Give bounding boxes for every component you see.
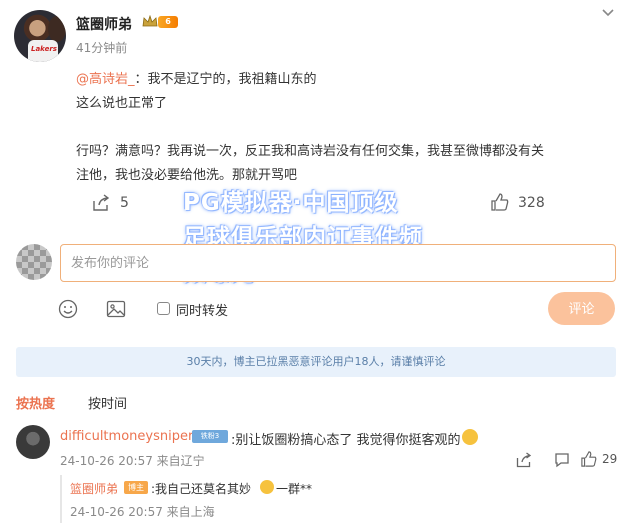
comment-meta: 24-10-26 20:57 来自辽宁 <box>60 454 205 468</box>
avatar-jersey-text: Lakers <box>31 45 57 53</box>
comment-like-count: 29 <box>602 452 618 466</box>
tab-sort-time[interactable]: 按时间 <box>88 393 127 412</box>
chevron-down-icon[interactable] <box>600 6 616 20</box>
vip-badge: 6 <box>158 16 178 28</box>
blogger-badge: 博主 <box>124 481 148 494</box>
like-icon[interactable] <box>491 193 509 211</box>
comment-text: :别让饭圈粉搞心态了 我觉得你挺客观的 <box>231 433 461 448</box>
share-icon[interactable] <box>516 452 532 468</box>
repost-checkbox[interactable] <box>157 302 170 315</box>
commenter-name[interactable]: difficultmoneysniper <box>60 429 193 444</box>
share-count: 5 <box>120 195 129 211</box>
post-line-1: @高诗岩_：我不是辽宁的，我祖籍山东的 <box>76 68 317 87</box>
commenter-avatar[interactable] <box>16 425 50 459</box>
my-avatar <box>16 244 52 280</box>
reply-meta: 24-10-26 20:57 来自上海 <box>70 505 215 519</box>
post-line-2: 这么说也正常了 <box>76 96 168 111</box>
mention-link[interactable]: @高诗岩_ <box>76 72 135 87</box>
watermark-line-1: PG模拟器·中国顶级 <box>183 190 399 216</box>
fan-badge: 铁粉3 <box>192 430 228 443</box>
smile-emoji-icon <box>260 480 274 494</box>
crown-icon <box>142 15 158 27</box>
post-line-4: 注他，我也没必要给他洗。那就开骂吧 <box>76 168 298 183</box>
reply-icon[interactable] <box>554 452 570 468</box>
like-icon[interactable] <box>581 451 597 467</box>
tab-sort-hot[interactable]: 按热度 <box>16 393 55 412</box>
emoji-icon[interactable] <box>58 299 78 319</box>
avatar-figure <box>48 16 66 42</box>
repost-label[interactable]: 同时转发 <box>176 300 228 319</box>
reply-text: :我自己还莫名其妙 <box>151 482 252 496</box>
share-icon[interactable] <box>92 194 110 212</box>
post-line-1-text: ：我不是辽宁的，我祖籍山东的 <box>134 72 317 87</box>
blocked-users-notice: 30天内，博主已拉黑恶意评论用户18人，请谨慎评论 <box>16 347 616 377</box>
like-count: 328 <box>518 195 545 211</box>
author-avatar[interactable]: Lakers <box>14 10 66 62</box>
author-name[interactable]: 篮圈师弟 <box>76 14 132 34</box>
reply-author[interactable]: 篮圈师弟 <box>70 480 118 497</box>
reply-divider <box>60 475 62 523</box>
post-time[interactable]: 41分钟前 <box>76 39 127 56</box>
post-line-3: 行吗？满意吗？我再说一次，反正我和高诗岩没有任何交集，我甚至微博都没有关 <box>76 144 545 159</box>
laugh-emoji-icon <box>462 429 478 445</box>
reply-text-tail: 一群** <box>276 482 313 496</box>
submit-comment-button[interactable]: 评论 <box>548 292 615 325</box>
comment-input[interactable] <box>60 244 616 282</box>
image-icon[interactable] <box>106 299 126 319</box>
